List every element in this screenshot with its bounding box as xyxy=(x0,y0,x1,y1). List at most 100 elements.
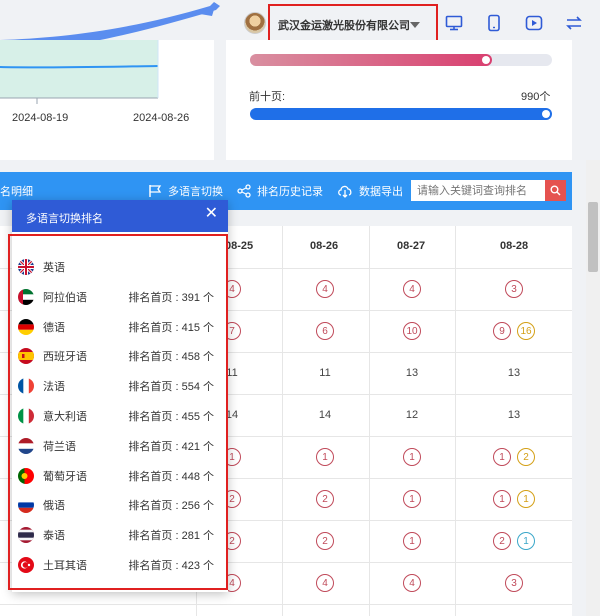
table-cell: 2 xyxy=(295,488,355,510)
multilang-button[interactable]: 多语言切换 xyxy=(148,183,223,199)
rank-value[interactable]: 2 xyxy=(316,532,334,550)
history-label: 排名历史记录 xyxy=(257,186,323,198)
table-cell: 6 xyxy=(295,320,355,342)
monitor-icon[interactable] xyxy=(443,12,465,34)
column-header: 08-27 xyxy=(397,240,426,252)
language-name: 泰语 xyxy=(43,530,65,543)
rank-value[interactable]: 1 xyxy=(517,532,535,550)
x-tick-label: 2024-08-19 xyxy=(12,112,69,124)
table-cell: 12 xyxy=(484,446,544,468)
rank-value[interactable]: 1 xyxy=(316,448,334,466)
rank-value[interactable]: 1 xyxy=(403,448,421,466)
language-rank-count: 排名首页 : 256 个 xyxy=(128,500,214,513)
flag-ru-icon xyxy=(18,497,34,514)
table-cell: 3 xyxy=(484,572,544,594)
language-rank-count: 排名首页 : 415 个 xyxy=(128,321,214,334)
export-button[interactable]: 数据导出 xyxy=(337,183,403,199)
switch-icon[interactable] xyxy=(563,12,585,34)
flag-ae-icon xyxy=(18,288,34,305)
scrollbar-thumb[interactable] xyxy=(588,202,598,272)
top10-progress-knob xyxy=(542,110,550,118)
language-item[interactable]: 西班牙语 排名首页 : 458 个 xyxy=(18,345,214,367)
rank-value[interactable]: 13 xyxy=(508,409,520,421)
flag-pt-icon xyxy=(18,467,34,484)
column-header: 08-26 xyxy=(310,240,339,252)
rank-value[interactable]: 3 xyxy=(505,574,523,592)
search-button[interactable] xyxy=(545,180,566,201)
column-header: 08-25 xyxy=(225,240,254,252)
rank-value[interactable]: 6 xyxy=(316,322,334,340)
trend-card: 2024-08-19 2024-08-26 xyxy=(0,40,214,160)
keyword-search-input[interactable] xyxy=(411,180,545,201)
rank-value[interactable]: 13 xyxy=(406,367,418,379)
top10-progress-fill xyxy=(250,108,552,120)
multilang-label: 多语言切换 xyxy=(168,186,223,198)
rank-value[interactable]: 1 xyxy=(403,490,421,508)
table-cell: 13 xyxy=(382,362,442,384)
table-cell: 1 xyxy=(382,530,442,552)
top10-progress-bar xyxy=(250,108,552,120)
rank-value[interactable]: 10 xyxy=(403,322,421,340)
export-label: 数据导出 xyxy=(359,186,403,198)
rank-value[interactable]: 4 xyxy=(316,280,334,298)
table-cell: 3 xyxy=(484,278,544,300)
language-name: 法语 xyxy=(43,381,65,394)
language-item[interactable]: 泰语 排名首页 : 281 个 xyxy=(18,524,214,546)
table-cell: 4 xyxy=(382,572,442,594)
language-item[interactable]: 意大利语 排名首页 : 455 个 xyxy=(18,405,214,427)
rank-value[interactable]: 11 xyxy=(319,367,330,379)
trend-area-chart xyxy=(0,40,159,104)
rank-value[interactable]: 4 xyxy=(403,280,421,298)
language-item[interactable]: 法语 排名首页 : 554 个 xyxy=(18,375,214,397)
flag-fr-icon xyxy=(18,378,34,395)
x-tick-label: 2024-08-26 xyxy=(133,112,190,124)
table-cell: 13 xyxy=(484,362,544,384)
rank-value[interactable]: 2 xyxy=(316,490,334,508)
rank-value[interactable]: 16 xyxy=(517,322,535,340)
language-item[interactable]: 俄语 排名首页 : 256 个 xyxy=(18,494,214,516)
language-rank-count: 排名首页 : 448 个 xyxy=(128,470,214,483)
rank-value[interactable]: 1 xyxy=(493,448,511,466)
upper-progress-bar xyxy=(250,54,552,66)
language-rank-count: 排名首页 : 391 个 xyxy=(128,291,214,304)
flag-tr-icon xyxy=(18,557,34,573)
play-icon[interactable] xyxy=(523,12,545,34)
cloud-download-icon xyxy=(338,185,352,198)
rank-value[interactable]: 3 xyxy=(505,280,523,298)
language-item[interactable]: 英语 xyxy=(18,256,214,278)
language-item[interactable]: 阿拉伯语 排名首页 : 391 个 xyxy=(18,286,214,308)
rank-value[interactable]: 13 xyxy=(508,367,520,379)
rank-value[interactable]: 2 xyxy=(493,532,511,550)
rank-value[interactable]: 2 xyxy=(517,448,535,466)
language-rank-count: 排名首页 : 554 个 xyxy=(128,381,214,394)
company-name: 武汉金运激光股份有限公司 xyxy=(278,20,410,32)
language-item[interactable]: 德语 排名首页 : 415 个 xyxy=(18,316,214,338)
language-name: 土耳其语 xyxy=(43,560,87,572)
ranking-detail-title: 名明细 xyxy=(0,186,33,198)
history-button[interactable]: 排名历史记录 xyxy=(237,183,323,199)
avatar[interactable] xyxy=(244,12,266,34)
rank-value[interactable]: 9 xyxy=(493,322,511,340)
rank-value[interactable]: 1 xyxy=(403,532,421,550)
upper-progress-knob xyxy=(482,56,490,64)
language-name: 葡萄牙语 xyxy=(43,470,87,483)
table-cell: 11 xyxy=(295,362,355,384)
rank-value[interactable]: 4 xyxy=(316,574,334,592)
vertical-scrollbar[interactable] xyxy=(586,160,600,616)
close-icon[interactable]: ✕ xyxy=(205,206,218,222)
table-cell: 13 xyxy=(484,404,544,426)
rank-value[interactable]: 12 xyxy=(406,409,418,421)
table-cell: 9 16 xyxy=(484,320,544,342)
rank-value[interactable]: 1 xyxy=(493,490,511,508)
language-item[interactable]: 葡萄牙语 排名首页 : 448 个 xyxy=(18,465,214,487)
search-icon xyxy=(550,185,561,196)
rank-value[interactable]: 4 xyxy=(403,574,421,592)
language-item[interactable]: 荷兰语 排名首页 : 421 个 xyxy=(18,435,214,457)
rank-value[interactable]: 14 xyxy=(319,409,331,421)
rank-value[interactable]: 1 xyxy=(517,490,535,508)
language-item[interactable]: 土耳其语 排名首页 : 423 个 xyxy=(18,554,214,576)
mobile-icon[interactable] xyxy=(483,12,505,34)
top10-label: 前十页: xyxy=(249,91,286,103)
language-rank-count: 排名首页 : 458 个 xyxy=(128,351,214,364)
flag-th-icon xyxy=(18,527,34,544)
